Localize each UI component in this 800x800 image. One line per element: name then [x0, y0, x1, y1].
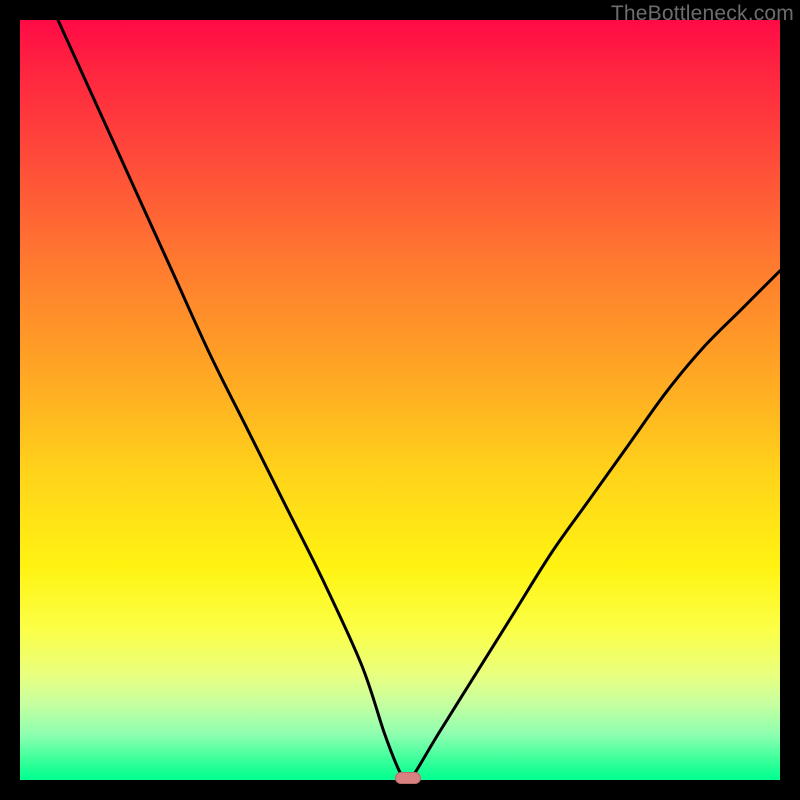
plot-area — [20, 20, 780, 780]
bottleneck-curve — [20, 20, 780, 780]
chart-frame: TheBottleneck.com — [0, 0, 800, 800]
watermark-text: TheBottleneck.com — [611, 2, 794, 26]
optimal-match-indicator — [395, 772, 421, 784]
bottleneck-curve-path — [58, 20, 780, 780]
